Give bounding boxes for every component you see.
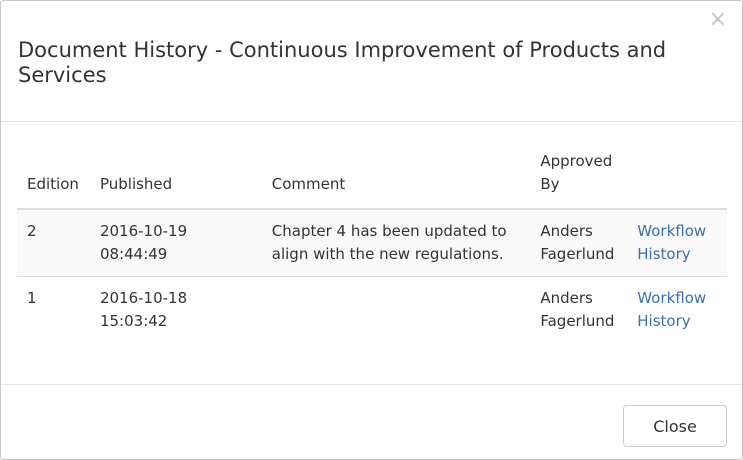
cell-action: Workflow History — [627, 276, 727, 343]
table-header: Edition Published Comment Approved By — [17, 142, 727, 210]
document-history-dialog: Document History - Continuous Improvemen… — [0, 0, 743, 460]
table-row: 2 2016-10-19 08:44:49 Chapter 4 has been… — [17, 209, 727, 277]
header-approved-by: Approved By — [530, 142, 628, 210]
header-actions — [627, 142, 727, 210]
cell-edition: 1 — [17, 276, 90, 343]
close-button[interactable]: Close — [623, 405, 727, 447]
cell-comment — [261, 276, 531, 343]
history-table: Edition Published Comment Approved By 2 … — [17, 142, 727, 343]
table-row: 1 2016-10-18 15:03:42 Anders Fagerlund W… — [17, 276, 727, 343]
workflow-history-link[interactable]: Workflow History — [637, 289, 706, 330]
header-published: Published — [89, 142, 262, 210]
header-row: Edition Published Comment Approved By — [17, 142, 727, 210]
cell-edition: 2 — [17, 209, 90, 277]
close-icon[interactable]: × — [709, 9, 727, 31]
cell-action: Workflow History — [627, 209, 727, 277]
cell-published: 2016-10-18 15:03:42 — [89, 276, 262, 343]
table-body: 2 2016-10-19 08:44:49 Chapter 4 has been… — [17, 209, 727, 343]
dialog-header: Document History - Continuous Improvemen… — [1, 1, 742, 122]
dialog-body: Edition Published Comment Approved By 2 … — [1, 122, 742, 384]
cell-published: 2016-10-19 08:44:49 — [89, 209, 262, 277]
dialog-footer: Close — [1, 384, 742, 460]
cell-comment: Chapter 4 has been updated to align with… — [261, 209, 531, 277]
workflow-history-link[interactable]: Workflow History — [637, 222, 706, 263]
dialog-title: Document History - Continuous Improvemen… — [18, 38, 667, 87]
cell-approved-by: Anders Fagerlund — [530, 209, 628, 277]
cell-approved-by: Anders Fagerlund — [530, 276, 628, 343]
header-comment: Comment — [261, 142, 531, 210]
header-edition: Edition — [17, 142, 90, 210]
